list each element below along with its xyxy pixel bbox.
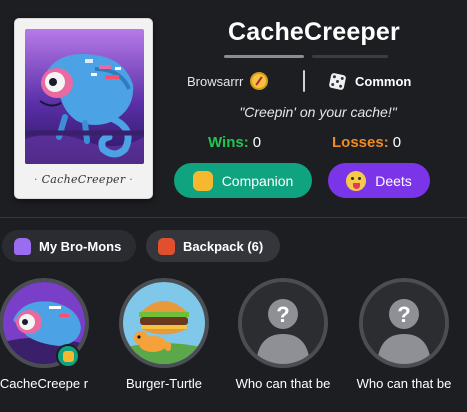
character-name: CacheCreeper (228, 18, 400, 46)
tab-label: Backpack (6) (183, 238, 264, 254)
burger-turtle-avatar (119, 278, 209, 368)
fist-icon (192, 170, 213, 191)
losses-value: 0 (392, 134, 402, 151)
tab-backpack[interactable]: Backpack (6) (146, 230, 280, 262)
browser-info: Browsarrr (187, 70, 269, 92)
fist-icon (56, 344, 80, 368)
losses-stat: Losses: 0 (332, 134, 401, 151)
character-motto: "Creepin' on your cache!" (239, 104, 397, 120)
wins-label: Wins: (208, 134, 249, 151)
collection-item[interactable]: CacheCreepe r (0, 278, 94, 391)
progress-bar-filled (224, 55, 304, 58)
profile-section: · CacheCreeper · CacheCreeper Browsarrr … (0, 0, 467, 216)
rarity-info: Common (328, 70, 412, 92)
mystery-silhouette-icon: ? (238, 278, 328, 368)
collection-item-label: Who can that be (356, 376, 452, 391)
chameleon-art (25, 29, 144, 164)
progress-bar-track (312, 55, 388, 58)
losses-label: Losses: (332, 134, 389, 151)
wins-stat: Wins: 0 (208, 134, 261, 151)
collection-item-label: Who can that be (235, 376, 331, 391)
tongue-face-icon (346, 170, 367, 191)
section-divider (0, 217, 467, 218)
svg-text:?: ? (397, 302, 410, 327)
wins-value: 0 (252, 134, 262, 151)
character-card[interactable]: · CacheCreeper · (14, 18, 153, 199)
card-caption-text: CacheCreeper (41, 173, 126, 186)
meta-divider (303, 70, 305, 92)
alien-monster-icon (14, 237, 31, 255)
backpack-icon (158, 237, 175, 255)
collection-item-label: Burger-Turtle (125, 376, 203, 391)
mystery-silhouette-icon: ? (359, 278, 449, 368)
deets-label: Deets (375, 172, 412, 189)
rarity-label: Common (355, 73, 412, 89)
collection-item-label: CacheCreepe r (0, 376, 89, 391)
collection-item[interactable]: ? Who can that be (354, 278, 454, 391)
svg-text:?: ? (276, 302, 289, 327)
deets-button[interactable]: Deets (328, 163, 430, 198)
card-caption: · CacheCreeper · (33, 173, 134, 186)
tab-my-bro-mons[interactable]: My Bro-Mons (2, 230, 136, 262)
companion-label: Companion (221, 172, 294, 189)
tab-label: My Bro-Mons (39, 238, 122, 254)
browser-name: Browsarrr (187, 73, 244, 89)
compass-icon (250, 72, 269, 90)
dice-icon (328, 72, 347, 90)
collection-item[interactable]: ? Who can that be (233, 278, 333, 391)
companion-button[interactable]: Companion (174, 163, 312, 198)
collection-item[interactable]: Burger-Turtle (114, 278, 214, 391)
